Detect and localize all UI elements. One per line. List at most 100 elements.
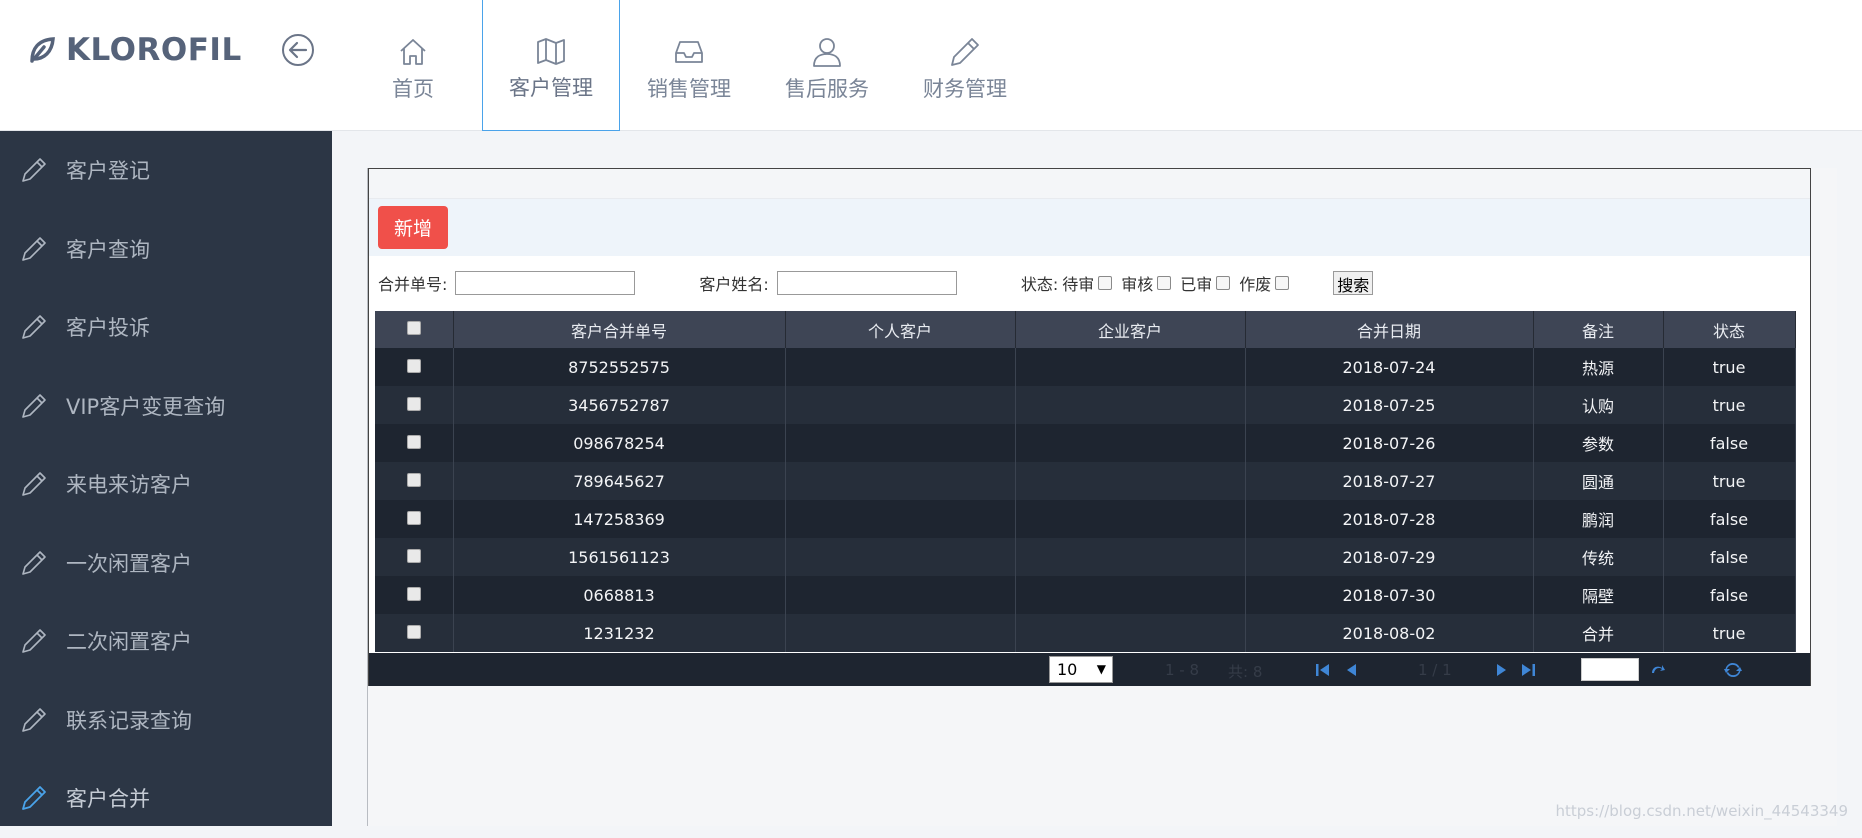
merge-table: 客户合并单号 个人客户 企业客户 合并日期 备注 状态 8752552575 2…	[375, 311, 1796, 652]
column-header[interactable]: 个人客户	[785, 311, 1015, 348]
pencil-icon	[20, 627, 48, 655]
row-checkbox[interactable]	[407, 511, 421, 525]
merge-date-cell: 2018-08-02	[1245, 614, 1533, 652]
merge-no-cell: 789645627	[453, 462, 785, 500]
main-nav: 首页 客户管理 销售管理 售后服务 财务管理	[344, 0, 1034, 131]
table-row[interactable]: 8752552575 2018-07-24 热源 true	[375, 348, 1795, 386]
status-cell: true	[1663, 348, 1795, 386]
sidebar-item-customer-complaint[interactable]: 客户投诉	[0, 288, 332, 367]
row-checkbox[interactable]	[407, 473, 421, 487]
goto-page-icon[interactable]	[1649, 661, 1667, 679]
row-checkbox[interactable]	[407, 549, 421, 563]
table-row[interactable]: 0668813 2018-07-30 隔壁 false	[375, 576, 1795, 614]
status-cell: false	[1663, 576, 1795, 614]
remark-cell: 参数	[1533, 424, 1663, 462]
status-approved-checkbox[interactable]	[1216, 276, 1230, 290]
table-row[interactable]: 098678254 2018-07-26 参数 false	[375, 424, 1795, 462]
customer-name-label: 客户姓名:	[699, 271, 768, 295]
column-header[interactable]: 企业客户	[1015, 311, 1245, 348]
page-indicator-text: 1 / 1	[1418, 661, 1452, 679]
sidebar-item-customer-query[interactable]: 客户查询	[0, 210, 332, 289]
nav-item-home[interactable]: 首页	[344, 0, 482, 131]
table-row[interactable]: 3456752787 2018-07-25 认购 true	[375, 386, 1795, 424]
sidebar-item-contact-record-query[interactable]: 联系记录查询	[0, 681, 332, 760]
inbox-icon	[672, 35, 706, 69]
pencil-icon	[20, 784, 48, 812]
content-panel: 新增 合并单号: 客户姓名: 状态: 待审 审核 已审 作废 搜索	[367, 168, 1837, 826]
column-header[interactable]: 状态	[1663, 311, 1795, 348]
search-bar: 合并单号: 客户姓名: 状态: 待审 审核 已审 作废 搜索	[378, 269, 1373, 297]
sidebar-item-vip-change-query[interactable]: VIP客户变更查询	[0, 367, 332, 446]
remark-cell: 鹏润	[1533, 500, 1663, 538]
home-icon	[396, 35, 430, 69]
customer-merge-frame: 新增 合并单号: 客户姓名: 状态: 待审 审核 已审 作废 搜索	[368, 168, 1811, 686]
merge-no-label: 合并单号:	[378, 271, 447, 295]
row-checkbox[interactable]	[407, 397, 421, 411]
remark-cell: 合并	[1533, 614, 1663, 652]
table-row[interactable]: 789645627 2018-07-27 圆通 true	[375, 462, 1795, 500]
remark-cell: 传统	[1533, 538, 1663, 576]
record-total-text: 共: 8	[1228, 661, 1262, 682]
search-button[interactable]: 搜索	[1333, 271, 1373, 295]
enterprise-customer-cell	[1015, 614, 1245, 652]
watermark: https://blog.csdn.net/weixin_44543349	[1555, 802, 1848, 820]
merge-no-cell: 1561561123	[453, 538, 785, 576]
enterprise-customer-cell	[1015, 462, 1245, 500]
status-option-void-label: 作废	[1239, 271, 1271, 295]
pagination-bar: 10 ▼ 1 - 8 共: 8 1 / 1	[369, 653, 1810, 686]
merge-no-cell: 147258369	[453, 500, 785, 538]
nav-item-finance-management[interactable]: 财务管理	[896, 0, 1034, 131]
next-page-icon[interactable]	[1492, 661, 1510, 679]
nav-item-after-sales[interactable]: 售后服务	[758, 0, 896, 131]
sidebar-item-call-visit-customer[interactable]: 来电来访客户	[0, 445, 332, 524]
status-cell: true	[1663, 614, 1795, 652]
enterprise-customer-cell	[1015, 386, 1245, 424]
status-cell: true	[1663, 462, 1795, 500]
nav-item-customer-management[interactable]: 客户管理	[482, 0, 620, 131]
brand-name: KLOROFIL	[66, 32, 242, 68]
nav-item-sales-management[interactable]: 销售管理	[620, 0, 758, 131]
merge-date-cell: 2018-07-29	[1245, 538, 1533, 576]
merge-date-cell: 2018-07-26	[1245, 424, 1533, 462]
row-checkbox[interactable]	[407, 587, 421, 601]
table-row[interactable]: 147258369 2018-07-28 鹏润 false	[375, 500, 1795, 538]
sidebar-item-idle-twice[interactable]: 二次闲置客户	[0, 602, 332, 681]
map-icon	[534, 34, 568, 68]
select-all-checkbox[interactable]	[407, 321, 421, 335]
top-bar: KLOROFIL 首页 客户管理 销售管理 售后服务 财务管理	[0, 0, 1862, 131]
row-checkbox[interactable]	[407, 435, 421, 449]
page-size-value: 10	[1057, 660, 1077, 679]
goto-page-input[interactable]	[1581, 658, 1639, 681]
back-arrow-icon[interactable]	[280, 32, 316, 68]
add-button[interactable]: 新增	[378, 206, 448, 249]
row-checkbox[interactable]	[407, 625, 421, 639]
merge-no-cell: 1231232	[453, 614, 785, 652]
remark-cell: 圆通	[1533, 462, 1663, 500]
column-header[interactable]: 客户合并单号	[453, 311, 785, 348]
last-page-icon[interactable]	[1519, 661, 1537, 679]
enterprise-customer-cell	[1015, 424, 1245, 462]
sidebar-item-customer-register[interactable]: 客户登记	[0, 131, 332, 210]
table-row[interactable]: 1561561123 2018-07-29 传统 false	[375, 538, 1795, 576]
brand-logo[interactable]: KLOROFIL	[26, 30, 242, 70]
column-header[interactable]: 合并日期	[1245, 311, 1533, 348]
refresh-icon[interactable]	[1724, 661, 1742, 679]
personal-customer-cell	[785, 576, 1015, 614]
merge-no-input[interactable]	[455, 271, 635, 295]
column-header[interactable]: 备注	[1533, 311, 1663, 348]
merge-date-cell: 2018-07-27	[1245, 462, 1533, 500]
merge-date-cell: 2018-07-30	[1245, 576, 1533, 614]
customer-name-input[interactable]	[777, 271, 957, 295]
table-row[interactable]: 1231232 2018-08-02 合并 true	[375, 614, 1795, 652]
first-page-icon[interactable]	[1314, 661, 1332, 679]
status-void-checkbox[interactable]	[1275, 276, 1289, 290]
merge-no-cell: 098678254	[453, 424, 785, 462]
row-checkbox[interactable]	[407, 359, 421, 373]
page-size-select[interactable]: 10 ▼	[1049, 656, 1113, 683]
prev-page-icon[interactable]	[1343, 661, 1361, 679]
status-reviewing-checkbox[interactable]	[1157, 276, 1171, 290]
enterprise-customer-cell	[1015, 500, 1245, 538]
status-option-reviewing-label: 审核	[1121, 271, 1153, 295]
sidebar-item-idle-once[interactable]: 一次闲置客户	[0, 524, 332, 603]
status-pending-checkbox[interactable]	[1098, 276, 1112, 290]
